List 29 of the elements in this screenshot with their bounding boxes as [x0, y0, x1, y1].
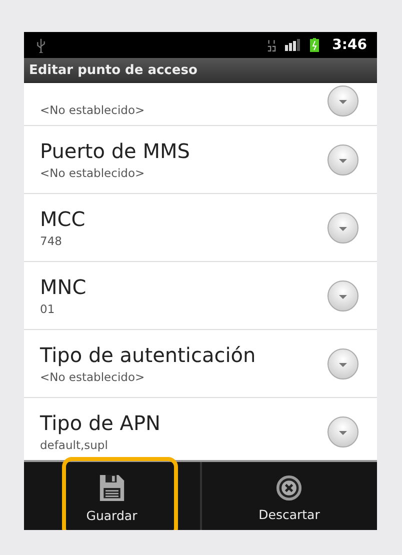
setting-value: <No establecido>: [40, 370, 146, 384]
setting-row[interactable]: MCC 748: [24, 194, 377, 262]
setting-title: Tipo de autenticación: [40, 343, 257, 367]
setting-title: MCC: [40, 207, 86, 231]
close-icon: [276, 474, 302, 500]
setting-row[interactable]: Tipo de autenticación <No establecido>: [24, 330, 377, 398]
setting-row[interactable]: Puerto de MMS <No establecido>: [24, 126, 377, 194]
dropdown-icon[interactable]: [327, 348, 359, 380]
dropdown-icon[interactable]: [327, 85, 359, 117]
dropdown-icon[interactable]: [327, 144, 359, 176]
screen-title: Editar punto de acceso: [29, 62, 198, 78]
setting-value: 01: [40, 302, 56, 316]
battery-icon: [310, 38, 320, 52]
setting-title: Tipo de APN: [40, 411, 162, 435]
dropdown-icon[interactable]: [327, 280, 359, 312]
setting-value: <No establecido>: [40, 103, 146, 117]
dropdown-icon[interactable]: [327, 416, 359, 448]
network-3g-icon: [267, 38, 276, 52]
setting-row[interactable]: <No establecido>: [24, 83, 377, 126]
setting-title: Puerto de MMS: [40, 139, 191, 163]
setting-value: <No establecido>: [40, 166, 146, 180]
dropdown-icon[interactable]: [327, 212, 359, 244]
status-time: 3:46: [332, 37, 367, 53]
signal-icon: [285, 39, 302, 51]
setting-value: 748: [40, 234, 63, 248]
usb-icon: [36, 38, 46, 52]
setting-row[interactable]: MNC 01: [24, 262, 377, 330]
setting-value: default,supl: [40, 438, 109, 452]
setting-title: MNC: [40, 275, 88, 299]
